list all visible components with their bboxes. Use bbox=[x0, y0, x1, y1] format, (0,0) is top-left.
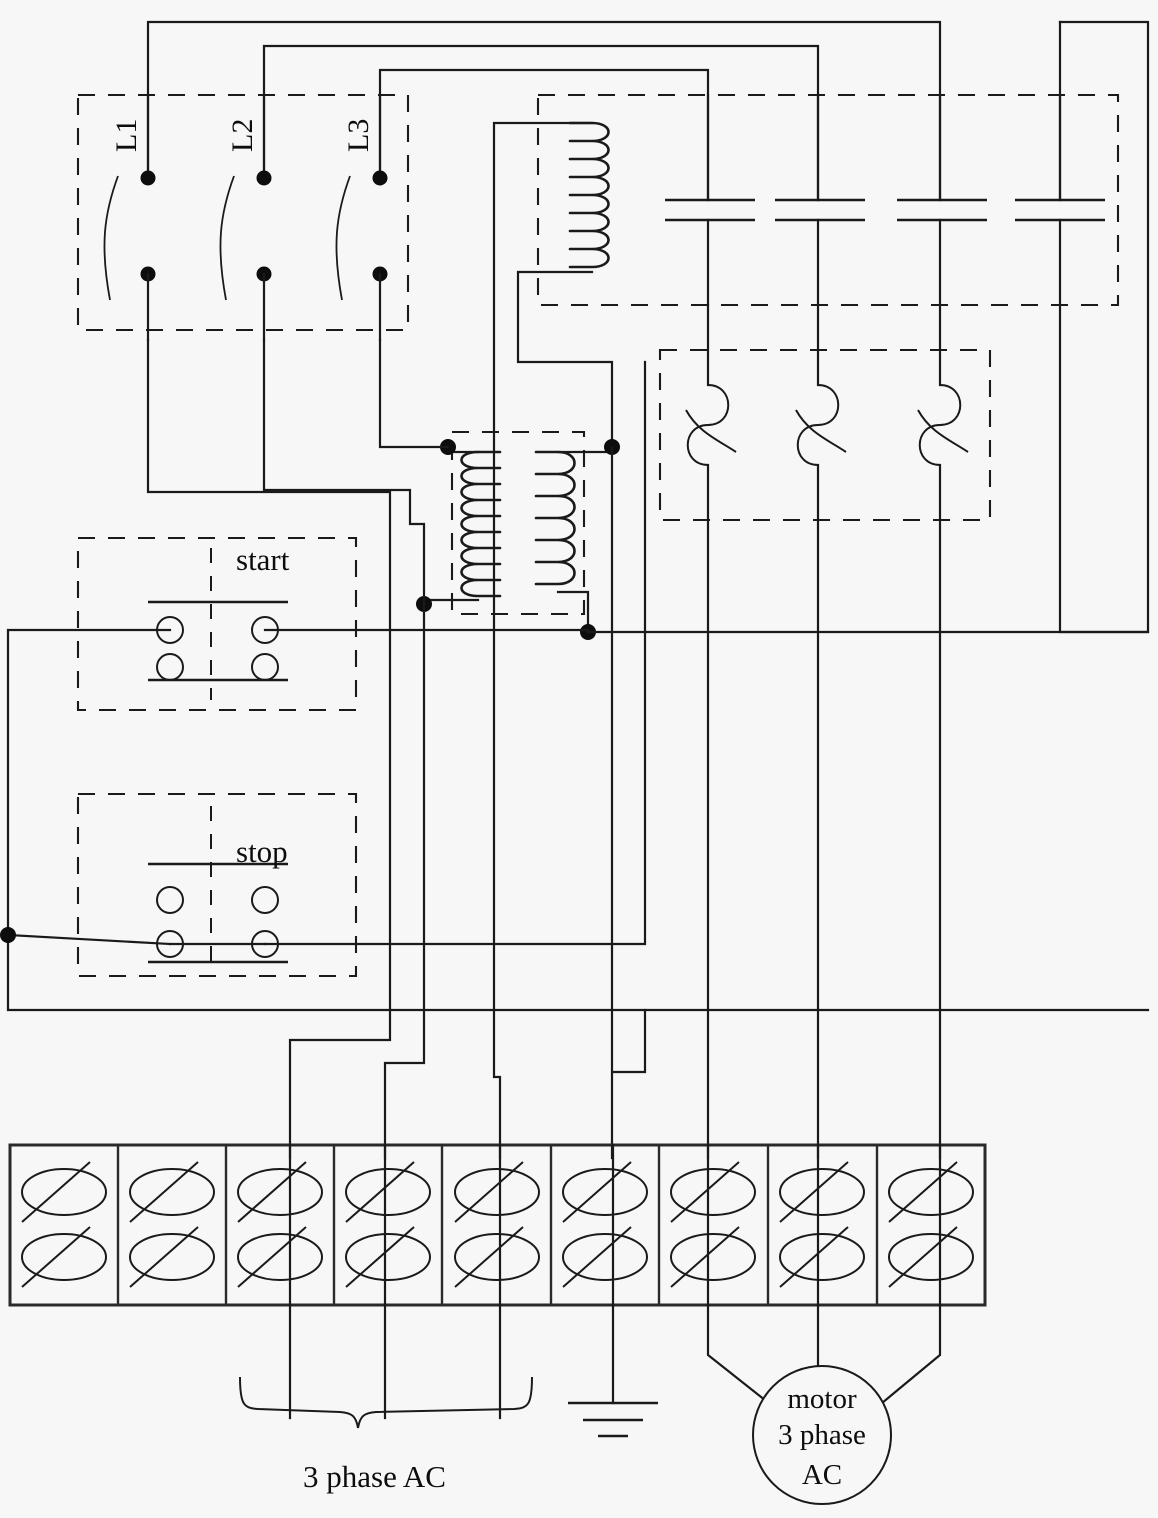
terminal-block[interactable] bbox=[8, 1143, 987, 1307]
phase-label-l2: L2 bbox=[226, 119, 259, 152]
motor-label-line3: AC bbox=[802, 1459, 842, 1491]
supply-brace-label: 3 phase AC bbox=[303, 1459, 446, 1494]
schematic-svg: L1 L2 L3 start stop 3 phase AC motor 3 p… bbox=[0, 20, 1150, 1505]
transformer-primary-winding bbox=[422, 450, 502, 602]
terminal-screws bbox=[21, 1161, 974, 1288]
overload-element-2 bbox=[795, 303, 847, 1160]
disconnect-switch[interactable]: L1 L2 L3 bbox=[76, 93, 410, 342]
phase-label-l3: L3 bbox=[342, 119, 375, 152]
control-transformer[interactable] bbox=[416, 430, 620, 640]
contactor[interactable] bbox=[492, 93, 1120, 1012]
transformer-secondary-winding bbox=[534, 450, 614, 634]
pushbutton-stop[interactable]: stop bbox=[76, 792, 358, 978]
motor-label-line2: 3 phase bbox=[778, 1419, 866, 1451]
contactor-coil bbox=[492, 121, 614, 1012]
overload-relay[interactable] bbox=[658, 303, 992, 1160]
overload-element-1 bbox=[685, 303, 737, 1160]
contactor-contact-4 bbox=[1015, 93, 1105, 307]
aux-contact-return-wire bbox=[1058, 20, 1150, 634]
control-rail-node bbox=[0, 927, 16, 943]
pushbutton-stop-label: stop bbox=[236, 834, 288, 869]
ground-symbol bbox=[568, 1303, 658, 1438]
wiring-diagram-canvas: L1 L2 L3 start stop 3 phase AC motor 3 p… bbox=[0, 0, 1158, 1518]
motor-3-phase-ac[interactable]: motor 3 phase AC bbox=[752, 1365, 892, 1505]
contactor-contact-3 bbox=[897, 93, 987, 307]
pushbutton-start[interactable]: start bbox=[76, 536, 358, 712]
pushbutton-start-label: start bbox=[236, 542, 290, 577]
supply-leads bbox=[288, 1303, 502, 1420]
l1-control-feed-wire bbox=[146, 338, 392, 1160]
overload-element-3 bbox=[917, 303, 969, 1160]
contactor-contact-1 bbox=[665, 93, 755, 307]
motor-label-line1: motor bbox=[787, 1383, 857, 1415]
phase-label-l1: L1 bbox=[110, 119, 143, 152]
contactor-contact-2 bbox=[775, 93, 865, 307]
